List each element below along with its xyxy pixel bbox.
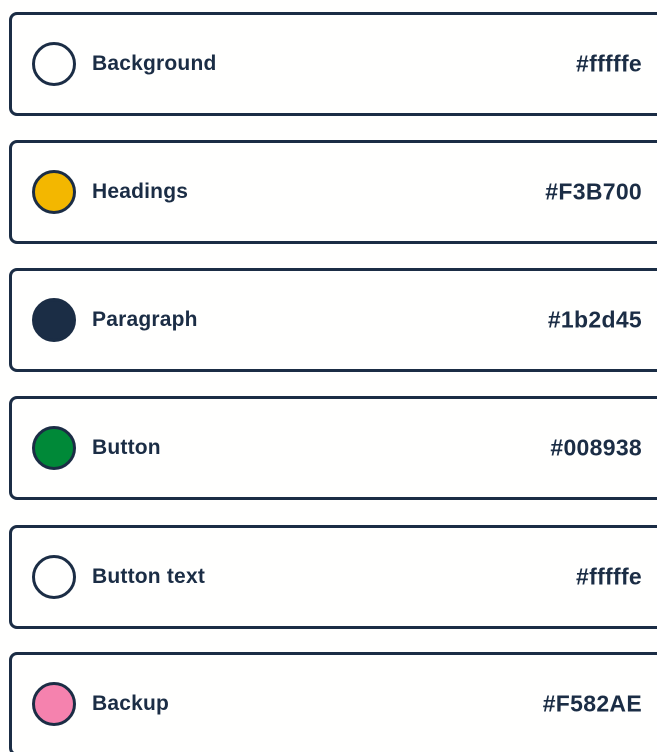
color-row-background[interactable]: Background #fffffe — [9, 12, 657, 116]
color-swatch — [32, 426, 76, 470]
color-swatch — [32, 555, 76, 599]
color-row-headings[interactable]: Headings #F3B700 — [9, 140, 657, 244]
color-row-button-text[interactable]: Button text #fffffe — [9, 525, 657, 629]
color-swatch — [32, 682, 76, 726]
color-hex-value: #008938 — [550, 434, 642, 461]
color-label: Button text — [92, 565, 206, 588]
color-hex-value: #1b2d45 — [547, 306, 642, 333]
color-hex-value: #F582AE — [542, 690, 642, 717]
color-label: Background — [92, 52, 217, 75]
color-row-backup[interactable]: Backup #F582AE — [9, 652, 657, 752]
color-swatch — [32, 42, 76, 86]
color-row-button[interactable]: Button #008938 — [9, 396, 657, 500]
color-label: Button — [92, 436, 161, 459]
color-swatch — [32, 170, 76, 214]
color-label: Backup — [92, 692, 170, 715]
color-hex-value: #fffffe — [576, 563, 642, 590]
color-swatch — [32, 298, 76, 342]
color-label: Paragraph — [92, 308, 198, 331]
color-row-paragraph[interactable]: Paragraph #1b2d45 — [9, 268, 657, 372]
color-hex-value: #F3B700 — [545, 178, 642, 205]
color-palette-list: Background #fffffe Headings #F3B700 Para… — [0, 0, 657, 752]
color-label: Headings — [92, 180, 189, 203]
color-hex-value: #fffffe — [576, 50, 642, 77]
